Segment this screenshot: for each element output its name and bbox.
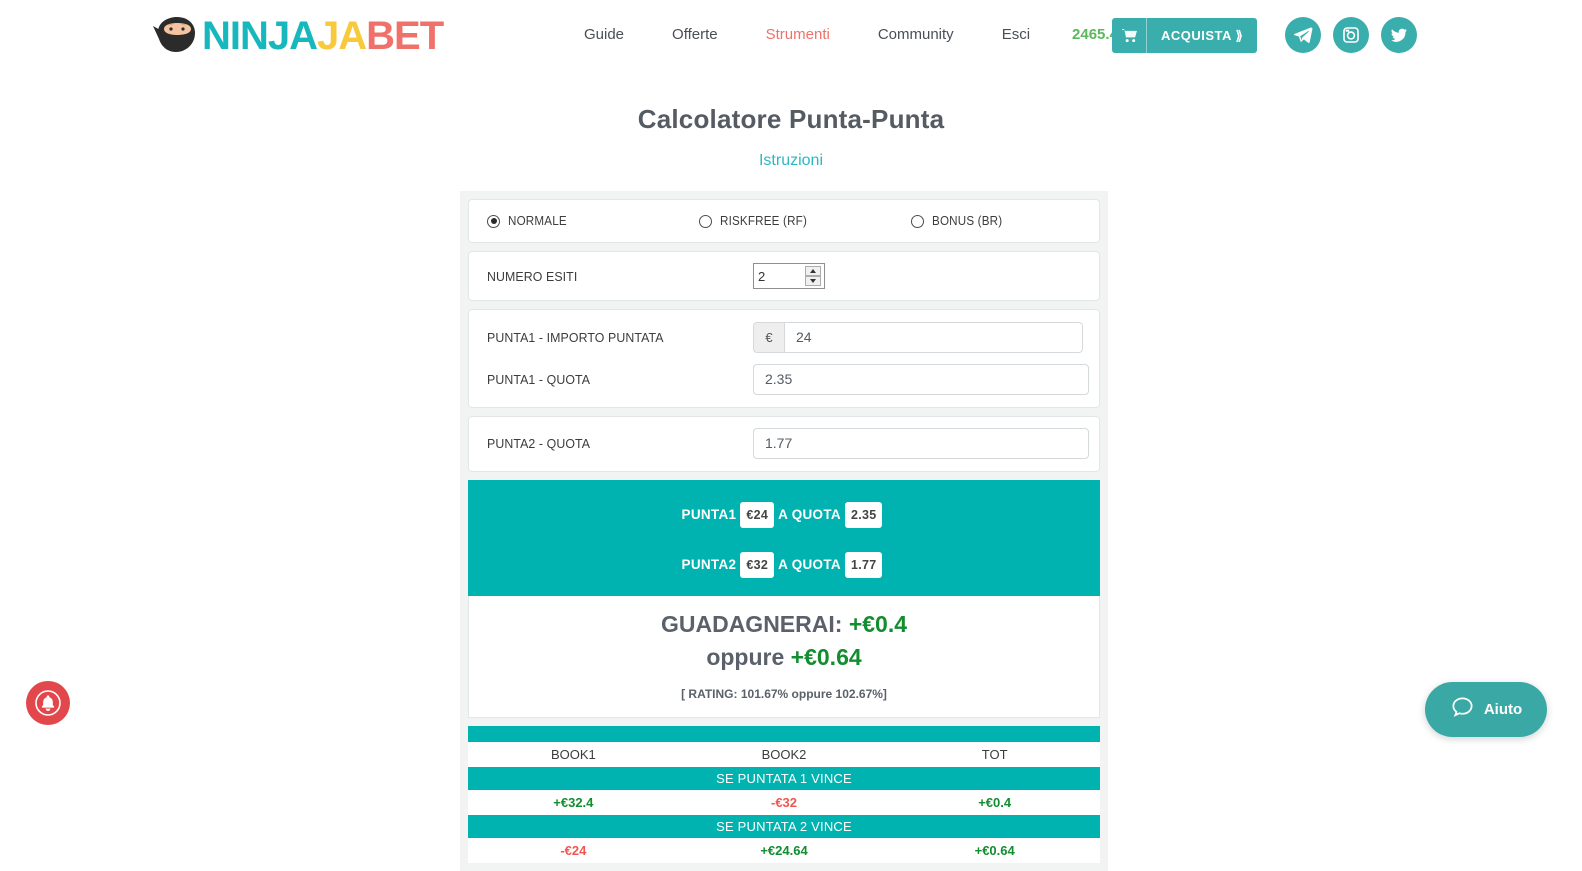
punta1-quota-input[interactable] (753, 363, 1089, 395)
numero-esiti-card: NUMERO ESITI 2 (468, 251, 1100, 301)
twitter-icon[interactable] (1381, 17, 1417, 53)
instagram-icon[interactable] (1333, 17, 1369, 53)
logo-text-ja: JA (317, 14, 367, 58)
profit-line-2: oppure +€0.64 (469, 641, 1099, 674)
punta2-quota-input[interactable] (753, 428, 1089, 459)
chat-bubble-icon (1450, 695, 1475, 725)
table-cell-s2-book1: -€24 (560, 843, 587, 858)
nav-item-guide[interactable]: Guide (560, 24, 648, 46)
table-band-puntata2: SE PUNTATA 2 VINCE (468, 815, 1100, 838)
social-links (1285, 17, 1417, 53)
table-top-strip (468, 726, 1100, 742)
logo-text-ninja: NINJA (202, 14, 318, 58)
nav-item-strumenti[interactable]: Strumenti (742, 24, 854, 46)
summary-punta1-name: PUNTA1 (681, 507, 737, 522)
radio-bonus-label: BONUS (BR) (932, 214, 1003, 228)
summary-punta2-mid: A QUOTA (778, 557, 841, 572)
outcomes-table: BOOK1 BOOK2 TOT SE PUNTATA 1 VINCE +€32.… (468, 726, 1100, 863)
table-row: -€24 +€24.64 +€0.64 (468, 838, 1100, 863)
radio-bonus-indicator[interactable] (911, 214, 924, 228)
profit-line-1: GUADAGNERAI: +€0.4 (469, 608, 1099, 641)
nav-item-esci[interactable]: Esci (978, 24, 1054, 46)
site-header: NINJAJABET Guide Offerte Strumenti Commu… (0, 0, 1582, 72)
punta1-card: PUNTA1 - IMPORTO PUNTATA € PUNTA1 - QUOT… (468, 309, 1100, 408)
profit-or-word: oppure (706, 644, 785, 670)
cart-icon (1112, 18, 1147, 53)
numero-esiti-stepper[interactable]: 2 (753, 263, 825, 289)
euro-addon-icon: € (753, 321, 784, 353)
punta1-quota-label: PUNTA1 - QUOTA (487, 371, 591, 387)
table-header-book2: BOOK2 (761, 747, 807, 762)
table-header-row: BOOK1 BOOK2 TOT (468, 742, 1100, 767)
radio-normale-indicator[interactable] (487, 214, 500, 228)
profit-value-2: +€0.64 (790, 644, 862, 670)
stepper-up-icon[interactable] (805, 266, 821, 276)
summary-punta1-amount: €24 (740, 502, 775, 528)
summary-punta2-amount: €32 (740, 552, 775, 578)
numero-esiti-value[interactable]: 2 (754, 264, 805, 288)
table-band-puntata1: SE PUNTATA 1 VINCE (468, 767, 1100, 790)
radio-normale[interactable]: NORMALE (487, 214, 699, 228)
bet-summary-panel: PUNTA1 €24 A QUOTA 2.35 PUNTA2 €32 A QUOTA 1.7… (468, 480, 1100, 596)
ninja-mask-icon (152, 12, 200, 60)
table-cell-s2-book2: +€24.64 (760, 843, 808, 858)
mode-selector-card: NORMALE RISKFREE (RF) BONUS (BR) (468, 199, 1100, 243)
nav-item-offerte[interactable]: Offerte (648, 24, 742, 46)
notification-bell-button[interactable] (26, 681, 70, 725)
profit-panel: GUADAGNERAI: +€0.4 oppure +€0.64 [ RATIN… (468, 596, 1100, 718)
profit-value-1: +€0.4 (848, 611, 908, 637)
radio-riskfree-indicator[interactable] (699, 214, 712, 228)
radio-riskfree[interactable]: RISKFREE (RF) (699, 214, 911, 228)
logo-text-bet: BET (366, 14, 444, 58)
acquista-label: ACQUISTA ⟫ (1161, 27, 1244, 43)
summary-punta1-odds: 2.35 (844, 502, 883, 528)
main-navigation: Guide Offerte Strumenti Community Esci 2… (560, 24, 1157, 46)
table-header-tot: TOT (981, 747, 1008, 762)
nav-item-community[interactable]: Community (854, 24, 978, 46)
summary-punta2-odds: 1.77 (844, 552, 883, 578)
punta1-importo-input[interactable] (784, 321, 1083, 353)
summary-punta2-name: PUNTA2 (681, 557, 737, 572)
instructions-link[interactable]: Istruzioni (0, 152, 1582, 170)
table-cell-s1-book1: +€32.4 (553, 795, 594, 810)
summary-punta1-mid: A QUOTA (778, 507, 841, 522)
radio-normale-label: NORMALE (508, 214, 567, 228)
telegram-icon[interactable] (1285, 17, 1321, 53)
stepper-down-icon[interactable] (805, 276, 821, 286)
calculator-panel: NORMALE RISKFREE (RF) BONUS (BR) NUMERO … (460, 191, 1108, 871)
table-cell-s1-book2: -€32 (770, 795, 798, 810)
table-cell-s2-tot: +€0.64 (974, 843, 1015, 858)
acquista-button[interactable]: ACQUISTA ⟫ (1112, 18, 1258, 53)
radio-riskfree-label: RISKFREE (RF) (720, 214, 808, 228)
help-widget-label: Aiuto (1483, 701, 1523, 718)
radio-bonus[interactable]: BONUS (BR) (911, 214, 1008, 228)
summary-row-punta1: PUNTA1 €24 A QUOTA 2.35 (468, 502, 1100, 528)
table-row: +€32.4 -€32 +€0.4 (468, 790, 1100, 815)
profit-rating: [ RATING: 101.67% oppure 102.67%] (681, 687, 887, 701)
site-logo[interactable]: NINJAJABET (152, 12, 444, 60)
punta1-importo-label: PUNTA1 - IMPORTO PUNTATA (487, 329, 664, 345)
numero-esiti-label: NUMERO ESITI (487, 268, 578, 284)
page-title: Calcolatore Punta-Punta (637, 104, 945, 134)
bell-icon (35, 690, 61, 716)
table-header-book1: BOOK1 (550, 747, 596, 762)
table-cell-s1-tot: +€0.4 (978, 795, 1012, 810)
summary-row-punta2: PUNTA2 €32 A QUOTA 1.77 (468, 552, 1100, 578)
profit-label: GUADAGNERAI: (660, 611, 843, 637)
punta2-card: PUNTA2 - QUOTA (468, 416, 1100, 472)
help-widget-button[interactable]: Aiuto (1425, 682, 1547, 737)
punta2-quota-label: PUNTA2 - QUOTA (487, 436, 591, 451)
